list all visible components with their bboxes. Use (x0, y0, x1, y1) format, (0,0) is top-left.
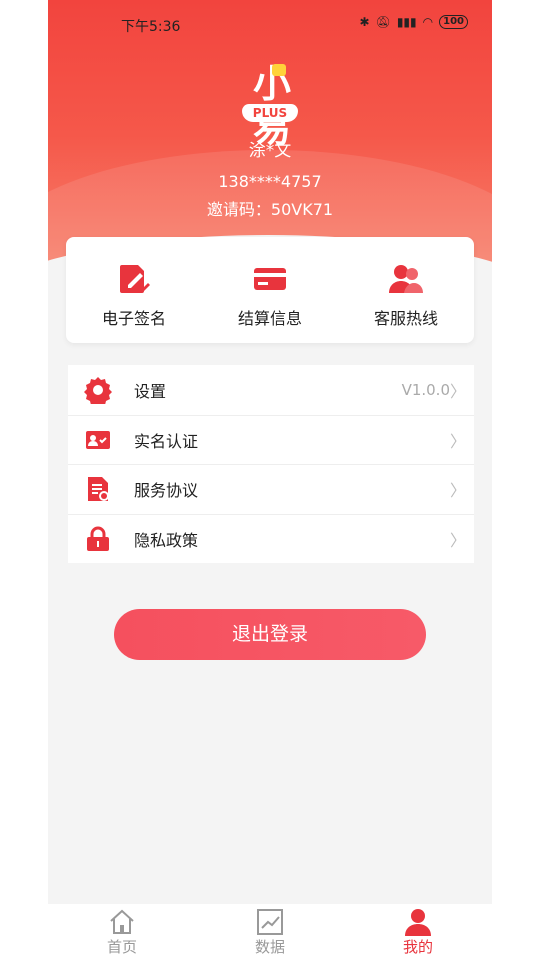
quick-actions-card: 电子签名 结算信息 客服热线 (66, 237, 474, 343)
quick-action-label: 客服热线 (373, 309, 438, 328)
signal-icon: ▮▮▮ (396, 15, 417, 29)
tab-label: 首页 (106, 938, 137, 956)
quick-action-service[interactable]: 客服热线 (338, 237, 474, 343)
chevron-right-icon: 〉 (449, 481, 466, 501)
chevron-right-icon: 〉 (449, 381, 466, 401)
home-icon (110, 909, 134, 934)
menu-item-verification[interactable]: 实名认证 〉 (68, 414, 474, 465)
battery-icon: 100 (439, 15, 468, 29)
settings-menu: 设置 V1.0.0 〉 实名认证 〉 服务协议 〉 隐私政策 〉 (68, 365, 474, 563)
status-bar: 下午5:36 ✱ 🔕︎ ▮▮▮ ◠ 100 (48, 10, 492, 40)
tab-mine[interactable]: 我的 (344, 904, 492, 960)
tab-home[interactable]: 首页 (48, 904, 196, 960)
signature-icon (120, 265, 150, 293)
menu-item-privacy-policy[interactable]: 隐私政策 〉 (68, 513, 474, 564)
service-icon (389, 265, 423, 293)
id-card-icon (86, 430, 110, 449)
menu-item-settings[interactable]: 设置 V1.0.0 〉 (68, 365, 474, 415)
status-time: 下午5:36 (121, 19, 181, 35)
logo-badge: PLUS (242, 104, 298, 122)
quick-action-signature[interactable]: 电子签名 (66, 237, 202, 343)
menu-item-label: 服务协议 (134, 481, 199, 501)
user-icon (405, 909, 431, 936)
gear-icon (84, 376, 112, 404)
menu-item-label: 设置 (134, 381, 167, 401)
app-logo: 小易 PLUS (238, 62, 302, 150)
user-name: 涂*文 (248, 141, 292, 161)
mute-icon: 🔕︎ (375, 15, 391, 29)
bottom-tab-bar: 首页 数据 我的 (48, 904, 492, 960)
menu-item-label: 实名认证 (134, 431, 199, 451)
bluetooth-icon: ✱ (359, 15, 370, 29)
wifi-icon: ◠ (422, 15, 434, 29)
logout-button[interactable]: 退出登录 (114, 609, 426, 660)
document-icon (88, 477, 109, 502)
user-phone: 138****4757 (218, 172, 322, 191)
tab-data[interactable]: 数据 (196, 904, 344, 960)
quick-action-settlement[interactable]: 结算信息 (202, 237, 338, 343)
quick-action-label: 结算信息 (237, 309, 302, 328)
lock-icon (87, 526, 109, 551)
logo-dot (272, 64, 286, 76)
status-icons: ✱ 🔕︎ ▮▮▮ ◠ 100 (360, 15, 468, 29)
chevron-right-icon: 〉 (449, 431, 466, 451)
menu-item-label: 隐私政策 (134, 530, 199, 550)
menu-item-service-agreement[interactable]: 服务协议 〉 (68, 464, 474, 514)
chart-icon (257, 909, 283, 935)
tab-label: 我的 (402, 938, 433, 956)
app-screen: 下午5:36 ✱ 🔕︎ ▮▮▮ ◠ 100 小易 PLUS 涂*文 138***… (48, 0, 492, 960)
version-text: V1.0.0 (401, 380, 450, 399)
card-icon (254, 268, 286, 290)
quick-action-label: 电子签名 (101, 309, 166, 328)
tab-label: 数据 (254, 938, 285, 956)
chevron-right-icon: 〉 (449, 530, 466, 550)
invite-code: 邀请码：50VK71 (206, 200, 334, 219)
